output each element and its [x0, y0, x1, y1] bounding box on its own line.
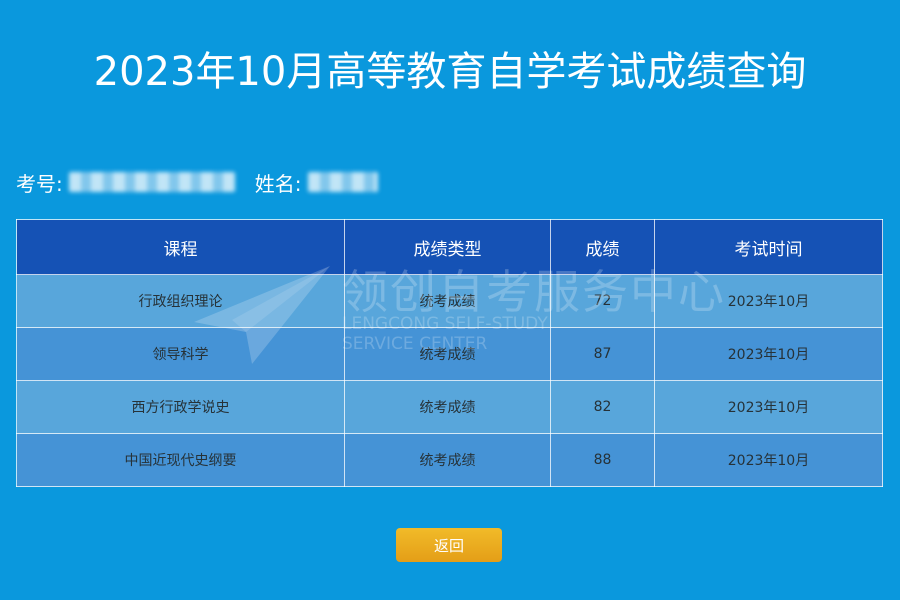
table-header-row: 课程 成绩类型 成绩 考试时间 — [16, 219, 883, 275]
course-cell: 西方行政学说史 — [16, 380, 345, 434]
table-row: 西方行政学说史 统考成绩 82 2023年10月 — [16, 380, 883, 434]
exam-time-cell: 2023年10月 — [654, 274, 883, 328]
back-button[interactable]: 返回 — [396, 528, 502, 562]
course-cell: 领导科学 — [16, 327, 345, 381]
header-exam-time: 考试时间 — [654, 219, 883, 275]
header-score-type: 成绩类型 — [344, 219, 551, 275]
name-label: 姓名: — [254, 171, 302, 196]
exam-number-value-redacted — [68, 172, 235, 192]
exam-time-cell: 2023年10月 — [654, 433, 883, 487]
score-type-cell: 统考成绩 — [344, 327, 551, 381]
table-row: 领导科学 统考成绩 87 2023年10月 — [16, 327, 883, 381]
exam-number-label: 考号: — [16, 171, 63, 196]
table-row: 行政组织理论 统考成绩 72 2023年10月 — [16, 274, 883, 328]
score-cell: 88 — [550, 433, 655, 487]
header-score: 成绩 — [550, 219, 655, 275]
score-cell: 87 — [550, 327, 655, 381]
course-cell: 行政组织理论 — [16, 274, 345, 328]
score-cell: 72 — [550, 274, 655, 328]
score-type-cell: 统考成绩 — [344, 380, 551, 434]
candidate-info: 考号: 姓名: — [16, 166, 378, 198]
exam-time-cell: 2023年10月 — [654, 380, 883, 434]
name-value-redacted — [307, 172, 378, 192]
page-title: 2023年10月高等教育自学考试成绩查询 — [93, 49, 807, 95]
score-type-cell: 统考成绩 — [344, 433, 551, 487]
score-table: 课程 成绩类型 成绩 考试时间 行政组织理论 统考成绩 72 2023年10月 … — [16, 219, 883, 487]
course-cell: 中国近现代史纲要 — [16, 433, 345, 487]
score-cell: 82 — [550, 380, 655, 434]
score-type-cell: 统考成绩 — [344, 274, 551, 328]
table-row: 中国近现代史纲要 统考成绩 88 2023年10月 — [16, 433, 883, 487]
header-course: 课程 — [16, 219, 345, 275]
exam-time-cell: 2023年10月 — [654, 327, 883, 381]
